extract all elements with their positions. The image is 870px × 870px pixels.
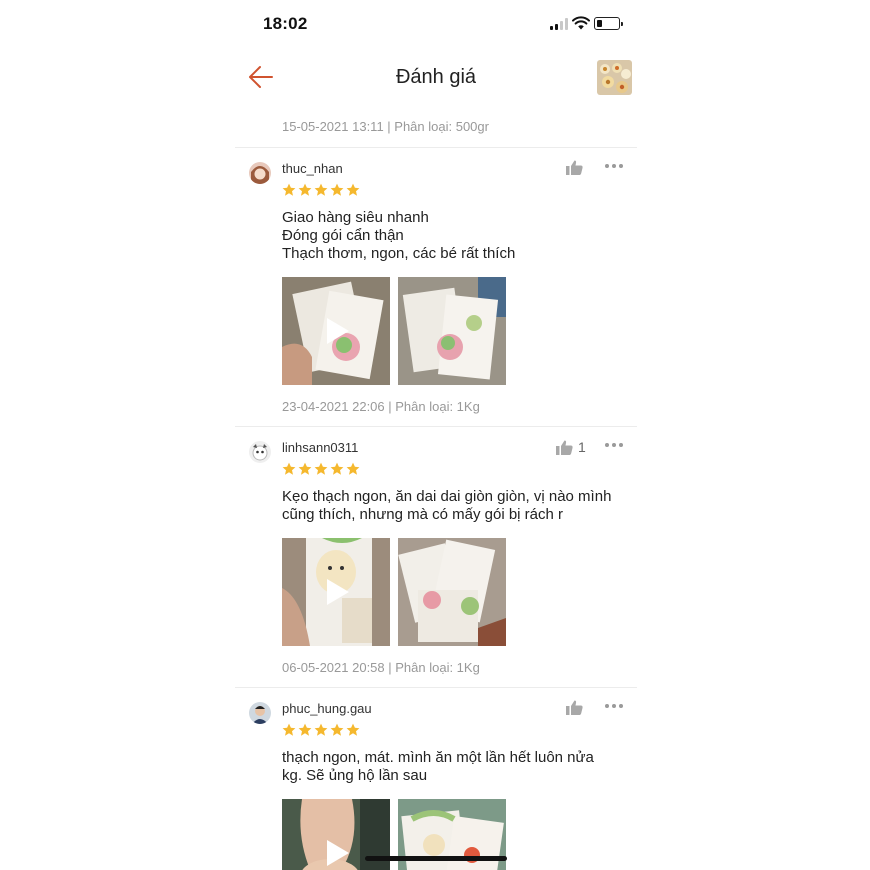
- star-icon: [298, 462, 312, 475]
- review-media: [282, 538, 506, 646]
- star-icon: [298, 723, 312, 736]
- star-icon: [330, 462, 344, 475]
- review-comment: thạch ngon, mát. mình ăn một lần hết luô…: [282, 749, 627, 785]
- thumbs-up-icon: [566, 160, 583, 175]
- star-icon: [282, 462, 296, 475]
- avatar[interactable]: [249, 162, 271, 184]
- star-icon: [298, 183, 312, 196]
- comment-line: Kẹo thạch ngon, ăn dai dai giòn giòn, vị…: [282, 488, 612, 505]
- review-video-thumbnail[interactable]: [282, 538, 390, 646]
- review-item: linhsann0311 1 Kẹo thạch ngon, ăn dai da…: [235, 427, 637, 687]
- star-icon: [282, 183, 296, 196]
- more-options-button[interactable]: [605, 701, 625, 711]
- comment-line: kg. Sẽ ủng hộ lần sau: [282, 767, 428, 784]
- review-item: phuc_hung.gau thạch ngon, mát. mình ăn m…: [235, 688, 637, 870]
- star-rating: [282, 462, 360, 476]
- review-meta: 23-04-2021 22:06 | Phân loại: 1Kg: [282, 399, 480, 414]
- review-comment: Kẹo thạch ngon, ăn dai dai giòn giòn, vị…: [282, 488, 627, 524]
- star-icon: [330, 723, 344, 736]
- review-comment: Giao hàng siêu nhanh Đóng gói cẩn thận T…: [282, 209, 627, 263]
- review-media: [282, 277, 506, 385]
- star-rating: [282, 183, 360, 197]
- comment-line: Đóng gói cẩn thận: [282, 227, 404, 244]
- star-rating: [282, 723, 360, 737]
- star-icon: [330, 183, 344, 196]
- star-icon: [346, 462, 360, 475]
- review-meta: 06-05-2021 20:58 | Phân loại: 1Kg: [282, 660, 480, 675]
- comment-line: cũng thích, nhưng mà có mấy gói bị rách …: [282, 506, 564, 523]
- battery-icon: [594, 17, 623, 30]
- star-icon: [314, 723, 328, 736]
- wifi-icon: [572, 16, 590, 30]
- play-icon: [327, 579, 349, 605]
- nav-bar: Đánh giá: [235, 52, 637, 102]
- review-item: thuc_nhan Giao hàng siêu nhanh Đóng gói …: [235, 148, 637, 426]
- more-options-button[interactable]: [605, 440, 625, 450]
- like-button[interactable]: 1: [556, 439, 586, 455]
- page-title: Đánh giá: [395, 66, 477, 88]
- status-time: 18:02: [263, 14, 308, 33]
- status-bar: 18:02: [235, 0, 637, 48]
- comment-line: Giao hàng siêu nhanh: [282, 209, 429, 226]
- like-button[interactable]: [566, 700, 588, 715]
- star-icon: [314, 462, 328, 475]
- play-icon: [327, 840, 349, 866]
- more-options-button[interactable]: [605, 161, 625, 171]
- home-indicator[interactable]: [365, 856, 507, 861]
- username[interactable]: thuc_nhan: [282, 161, 343, 176]
- product-thumbnail[interactable]: [597, 60, 632, 95]
- review-meta: 15-05-2021 13:11 | Phân loại: 500gr: [282, 119, 489, 134]
- cellular-signal-icon: [550, 18, 568, 30]
- review-photo[interactable]: [398, 277, 506, 385]
- like-count: 1: [578, 439, 586, 455]
- review-screen: 18:02 Đánh giá 15-05-2021 13:11 | Phân l…: [235, 0, 637, 870]
- review-photo[interactable]: [398, 538, 506, 646]
- star-icon: [282, 723, 296, 736]
- comment-line: Thạch thơm, ngon, các bé rất thích: [282, 245, 516, 262]
- thumbs-up-icon: [566, 700, 583, 715]
- username[interactable]: linhsann0311: [282, 440, 358, 455]
- star-icon: [346, 183, 360, 196]
- avatar[interactable]: [249, 441, 271, 463]
- username[interactable]: phuc_hung.gau: [282, 701, 372, 716]
- star-icon: [346, 723, 360, 736]
- review-video-thumbnail[interactable]: [282, 277, 390, 385]
- avatar[interactable]: [249, 702, 271, 724]
- star-icon: [314, 183, 328, 196]
- like-button[interactable]: [566, 160, 588, 175]
- comment-line: thạch ngon, mát. mình ăn một lần hết luô…: [282, 749, 594, 766]
- play-icon: [327, 318, 349, 344]
- thumbs-up-icon: [556, 440, 573, 455]
